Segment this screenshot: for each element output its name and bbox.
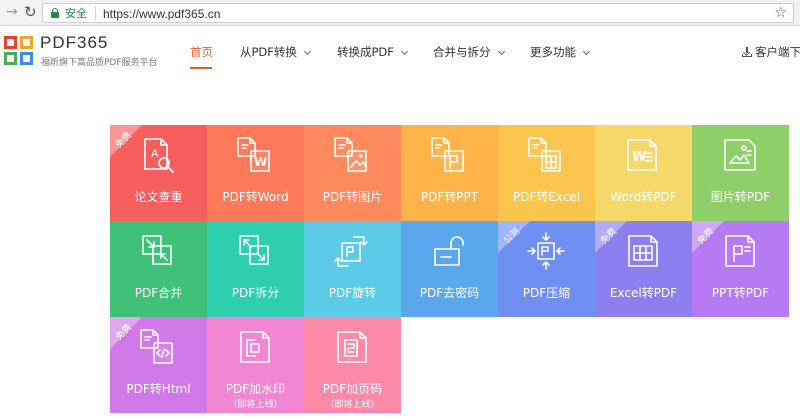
browser-toolbar: → ↻ 安全 https://www.pdf365.cn ☆ xyxy=(0,0,800,26)
tool-tile-label: 论文查重 xyxy=(134,190,183,204)
lock-icon xyxy=(51,8,59,18)
bookmark-star-icon[interactable]: ☆ xyxy=(774,5,787,21)
tool-tile-label: PDF转Excel xyxy=(512,190,581,204)
tool-tile-label: PDF转Html xyxy=(126,382,191,396)
tool-tile-label: PDF加水印 xyxy=(225,382,286,396)
nav-merge-split-label: 合并与拆分 xyxy=(433,45,491,59)
tool-tile-pdf-compress[interactable]: PDF压缩 公测 xyxy=(498,221,595,317)
pdf-to-word-icon: W xyxy=(237,137,270,172)
pdf-to-excel-icon xyxy=(528,137,561,172)
logo-icon[interactable] xyxy=(4,36,34,66)
nav-to-pdf[interactable]: 转换成PDF xyxy=(337,44,408,60)
tool-tile-label: PDF压缩 xyxy=(522,286,571,300)
chevron-down-icon xyxy=(400,47,408,56)
pdf-page-number-icon xyxy=(337,331,367,363)
tool-tile-pdf-to-html[interactable]: PDF转Html 免费 xyxy=(110,317,207,413)
tool-tile-sublabel: （即将上线） xyxy=(325,400,380,410)
tool-tile-image-to-pdf[interactable]: 图片转PDF xyxy=(692,125,789,221)
tool-tile-pdf-rotate[interactable]: PDF旋转 xyxy=(304,221,401,317)
nav-merge-split[interactable]: 合并与拆分 xyxy=(433,44,505,60)
excel-to-pdf-icon xyxy=(628,235,658,267)
nav-from-pdf-label: 从PDF转换 xyxy=(240,45,297,59)
svg-text:W: W xyxy=(632,150,646,165)
tool-tile-pdf-unlock[interactable]: PDF去密码 xyxy=(401,221,498,317)
pdf-to-html-icon xyxy=(140,329,173,364)
tool-tile-pdf-to-image[interactable]: PDF转图片 xyxy=(304,125,401,221)
tool-tile-label: PDF旋转 xyxy=(328,286,377,300)
tool-tile-word-to-pdf[interactable]: W Word转PDF xyxy=(595,125,692,221)
svg-text:W: W xyxy=(254,155,267,169)
pdf-split-icon xyxy=(239,235,269,265)
pdf-watermark-icon xyxy=(240,331,270,363)
svg-text:A: A xyxy=(151,147,159,160)
tool-tile-label: PPT转PDF xyxy=(711,286,770,300)
tool-tile-label: PDF加页码 xyxy=(322,382,383,396)
pdf-unlock-icon xyxy=(434,236,464,266)
brand-name[interactable]: PDF365 xyxy=(40,33,108,53)
address-bar[interactable]: 安全 https://www.pdf365.cn ☆ xyxy=(42,3,794,23)
tool-tile-pdf-page-number[interactable]: PDF加页码 （即将上线） xyxy=(304,317,401,413)
nav-more[interactable]: 更多功能 xyxy=(530,44,591,60)
nav-home[interactable]: 首页 xyxy=(190,44,213,60)
client-download-label: 客户端下 xyxy=(755,45,800,59)
tool-tile-paper-check[interactable]: A 论文查重 免费 xyxy=(110,125,207,221)
nav-from-pdf[interactable]: 从PDF转换 xyxy=(240,44,311,60)
tool-tile-label: PDF拆分 xyxy=(231,286,280,300)
tool-tile-pdf-to-excel[interactable]: PDF转Excel xyxy=(498,125,595,221)
ppt-to-pdf-icon xyxy=(725,235,755,267)
nav-to-pdf-label: 转换成PDF xyxy=(337,45,394,59)
tool-tile-label: PDF合并 xyxy=(134,286,183,300)
reload-icon[interactable]: ↻ xyxy=(24,3,37,21)
tool-tile-label: PDF转图片 xyxy=(322,190,383,204)
nav-active-underline xyxy=(190,67,212,69)
image-to-pdf-icon xyxy=(724,139,756,171)
pdf-to-ppt-icon xyxy=(431,137,464,172)
pdf-to-image-icon xyxy=(334,137,367,172)
tool-tile-label: 图片转PDF xyxy=(710,190,771,204)
address-separator xyxy=(95,7,96,20)
tool-grid: A 论文查重 免费 W PDF转Word PDF转图片 PDF转PPT PDF转Excel W W… xyxy=(110,125,790,414)
tool-tile-label: PDF转Word xyxy=(222,190,289,204)
chevron-down-icon xyxy=(303,47,311,56)
tool-tile-label: PDF去密码 xyxy=(419,286,480,300)
pdf-rotate-icon xyxy=(334,236,368,267)
client-download-link[interactable]: 客户端下 xyxy=(742,44,800,60)
tool-tile-ppt-to-pdf[interactable]: PPT转PDF 免费 xyxy=(692,221,789,317)
secure-label: 安全 xyxy=(65,7,87,20)
tool-tile-pdf-watermark[interactable]: PDF加水印 （即将上线） xyxy=(207,317,304,413)
tool-tile-label: Word转PDF xyxy=(610,190,677,204)
tool-tile-pdf-split[interactable]: PDF拆分 xyxy=(207,221,304,317)
nav-more-label: 更多功能 xyxy=(530,45,576,59)
tool-tile-pdf-to-word[interactable]: W PDF转Word xyxy=(207,125,304,221)
tool-tile-label: Excel转PDF xyxy=(609,286,678,300)
url-text[interactable]: https://www.pdf365.cn xyxy=(103,6,220,22)
chevron-down-icon xyxy=(582,47,591,56)
word-to-pdf-icon: W xyxy=(627,139,657,171)
tool-tile-pdf-to-ppt[interactable]: PDF转PPT xyxy=(401,125,498,221)
tool-tile-label: PDF转PPT xyxy=(420,190,479,204)
brand-slogan: 福昕旗下高品质PDF服务平台 xyxy=(41,58,158,68)
nav-home-label: 首页 xyxy=(190,45,213,59)
pdf-compress-icon xyxy=(527,232,565,270)
tool-tile-pdf-merge[interactable]: PDF合并 xyxy=(110,221,207,317)
download-icon xyxy=(742,47,752,57)
tool-tile-excel-to-pdf[interactable]: Excel转PDF 免费 xyxy=(595,221,692,317)
tool-tile-sublabel: （即将上线） xyxy=(228,400,283,410)
pdf-merge-icon xyxy=(142,235,172,265)
chevron-down-icon xyxy=(497,47,505,56)
site-header: PDF365 福昕旗下高品质PDF服务平台 首页 从PDF转换 转换成PDF 合… xyxy=(0,27,800,77)
forward-arrow-icon[interactable]: → xyxy=(6,4,18,20)
paper-check-icon: A xyxy=(144,138,174,173)
